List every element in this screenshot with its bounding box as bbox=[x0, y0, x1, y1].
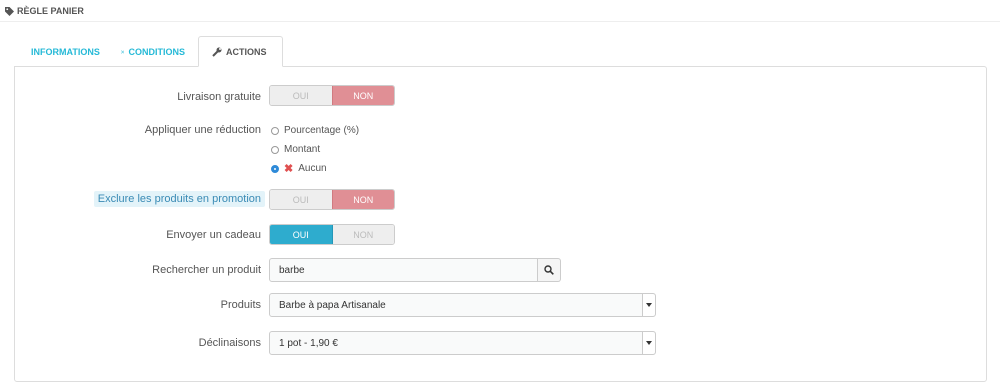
radio-none-label: Aucun bbox=[298, 163, 327, 174]
search-button[interactable] bbox=[538, 258, 561, 282]
gift-label: Envoyer un cadeau bbox=[166, 229, 261, 241]
exclude-promo-no[interactable]: NON bbox=[331, 190, 394, 209]
radio-percent-label: Pourcentage (%) bbox=[284, 125, 360, 136]
variants-selected: 1 pot - 1,90 € bbox=[279, 337, 338, 349]
tab-conditions[interactable]: CONDITIONS bbox=[108, 36, 198, 67]
radio-percent[interactable] bbox=[271, 126, 279, 135]
products-selected: Barbe à papa Artisanale bbox=[279, 299, 386, 311]
exclude-promo-label: Exclure les produits en promotion bbox=[93, 191, 265, 207]
products-label: Produits bbox=[220, 299, 261, 311]
gift-switch[interactable]: OUI NON bbox=[269, 224, 395, 245]
chevron-down-icon bbox=[642, 332, 655, 354]
discount-option-none[interactable]: ✖ Aucun bbox=[271, 162, 327, 175]
x-icon: ✖ bbox=[284, 163, 294, 175]
panel-title-text: RÈGLE PANIER bbox=[17, 6, 84, 16]
radio-amount[interactable] bbox=[271, 145, 279, 154]
wrench-icon bbox=[212, 47, 222, 57]
shuffle-icon bbox=[121, 50, 125, 53]
gift-no[interactable]: NON bbox=[332, 225, 394, 244]
tab-informations-label: INFORMATIONS bbox=[31, 46, 100, 57]
tag-icon bbox=[5, 6, 14, 16]
discount-label: Appliquer une réduction bbox=[144, 124, 261, 136]
search-label: Rechercher un produit bbox=[152, 264, 261, 276]
tab-conditions-label: CONDITIONS bbox=[128, 46, 185, 57]
tab-actions-label: ACTIONS bbox=[226, 46, 267, 57]
search-icon bbox=[544, 265, 554, 275]
gift-yes[interactable]: OUI bbox=[270, 225, 333, 244]
products-select[interactable]: Barbe à papa Artisanale bbox=[269, 293, 656, 317]
panel-title: RÈGLE PANIER bbox=[5, 6, 84, 16]
discount-option-percent[interactable]: Pourcentage (%) bbox=[271, 125, 359, 136]
discount-option-amount[interactable]: Montant bbox=[271, 144, 320, 155]
tab-informations[interactable]: INFORMATIONS bbox=[14, 36, 108, 67]
variants-select[interactable]: 1 pot - 1,90 € bbox=[269, 331, 656, 355]
exclude-promo-switch[interactable]: OUI NON bbox=[269, 189, 395, 210]
search-input[interactable]: barbe bbox=[269, 258, 538, 282]
free-shipping-yes[interactable]: OUI bbox=[270, 86, 332, 105]
radio-none[interactable] bbox=[271, 164, 279, 173]
free-shipping-switch[interactable]: OUI NON bbox=[269, 85, 395, 106]
free-shipping-no[interactable]: NON bbox=[331, 86, 394, 105]
radio-amount-label: Montant bbox=[284, 144, 321, 155]
free-shipping-label: Livraison gratuite bbox=[177, 91, 261, 103]
variants-label: Déclinaisons bbox=[198, 337, 261, 349]
tab-actions[interactable]: ACTIONS bbox=[198, 36, 283, 67]
exclude-promo-yes[interactable]: OUI bbox=[270, 190, 332, 209]
panel-header: RÈGLE PANIER bbox=[0, 0, 1000, 22]
chevron-down-icon bbox=[642, 294, 655, 316]
